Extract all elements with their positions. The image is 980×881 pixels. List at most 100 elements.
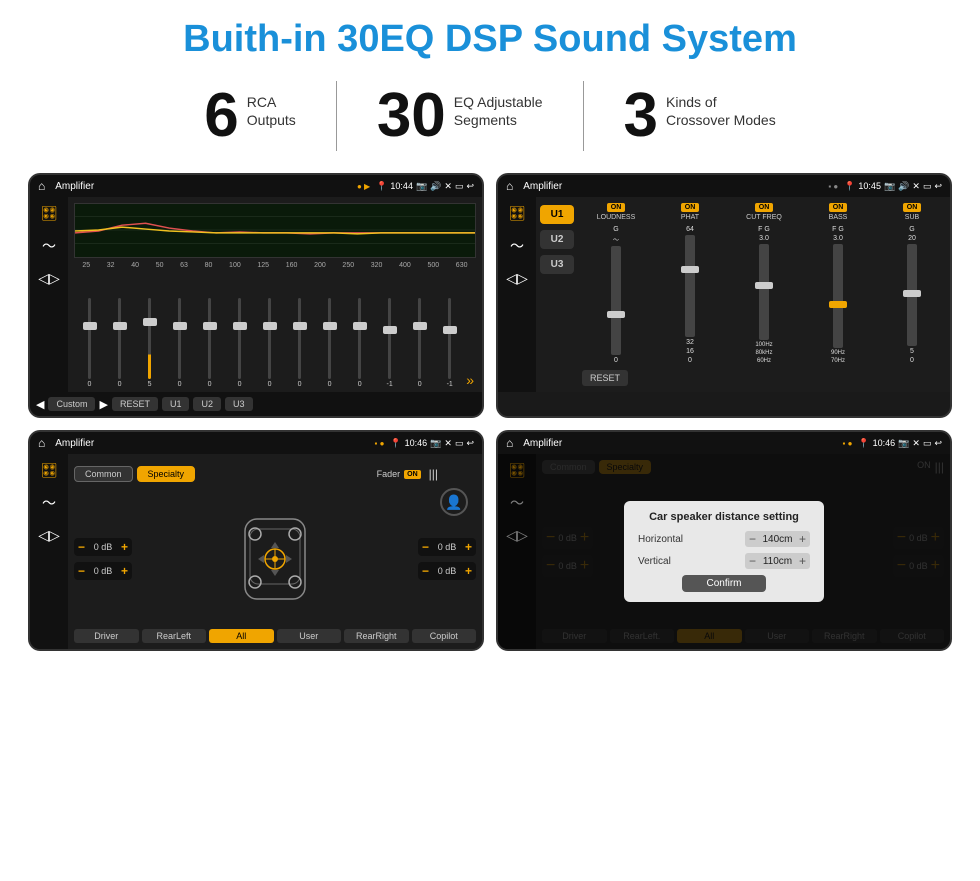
bass-90hz: 90Hz <box>831 350 845 356</box>
reset-btn[interactable]: RESET <box>112 397 158 411</box>
all-btn[interactable]: All <box>209 629 274 643</box>
slider-1[interactable]: 0 <box>76 298 103 388</box>
phat-slider[interactable] <box>685 235 695 337</box>
u2-btn[interactable]: U2 <box>193 397 221 411</box>
horizontal-plus[interactable]: + <box>799 532 806 546</box>
vol-plus-2[interactable]: + <box>121 564 128 578</box>
u123-icon-2[interactable]: 〜 <box>510 236 524 256</box>
u3-btn[interactable]: U3 <box>225 397 253 411</box>
slider-2[interactable]: 0 <box>106 298 133 388</box>
specialty-tab[interactable]: Specialty <box>137 466 196 482</box>
sub-on: ON <box>903 203 922 212</box>
sub-20: 20 <box>908 235 916 242</box>
dialog-screen: ⌂ Amplifier ▪ ● 📍 10:46 📷 ✕ ▭ ↩ 🎛 〜 ◁▷ C… <box>496 430 952 651</box>
u123-icon-1[interactable]: 🎛 <box>508 205 526 222</box>
sub-slider[interactable] <box>907 244 917 346</box>
slider-13[interactable]: -1 <box>436 298 463 388</box>
vertical-control: − 110cm + <box>745 553 810 569</box>
stat-rca: 6 RCA Outputs <box>164 85 336 147</box>
common-tab[interactable]: Common <box>74 466 133 482</box>
eq-content: 🎛 〜 ◁▷ <box>30 197 482 392</box>
home-icon-2[interactable]: ⌂ <box>506 179 513 193</box>
eq-icon-1[interactable]: 🎛 <box>40 205 58 222</box>
u123-reset[interactable]: RESET <box>582 370 628 386</box>
u123-icon-3[interactable]: ◁▷ <box>506 270 528 287</box>
rearleft-btn[interactable]: RearLeft <box>142 629 207 643</box>
stat-number-eq: 30 <box>377 85 446 147</box>
slider-10[interactable]: 0 <box>346 298 373 388</box>
dialog-overlay: Car speaker distance setting Horizontal … <box>498 454 950 649</box>
u123-status-bar: ⌂ Amplifier ▪ ● 📍 10:45 📷 🔊 ✕ ▭ ↩ <box>498 175 950 197</box>
slider-9[interactable]: 0 <box>316 298 343 388</box>
vol-minus-2[interactable]: − <box>78 564 85 578</box>
home-icon-4[interactable]: ⌂ <box>506 436 513 450</box>
slider-3[interactable]: 5 <box>136 298 163 388</box>
fader-bars: ||| <box>429 467 438 481</box>
vol-control-4: − 0 dB + <box>418 562 476 580</box>
car-diagram <box>220 514 330 604</box>
horizontal-minus[interactable]: − <box>749 532 756 546</box>
vol-val-3: 0 dB <box>432 542 462 552</box>
slider-12[interactable]: 0 <box>406 298 433 388</box>
stat-number-crossover: 3 <box>624 85 658 147</box>
bass-slider[interactable] <box>833 244 843 348</box>
speaker-icon-2[interactable]: 〜 <box>42 493 56 513</box>
slider-5[interactable]: 0 <box>196 298 223 388</box>
cutfreq-slider[interactable] <box>759 244 769 340</box>
speaker-status-icons: 📍 10:46 📷 ✕ ▭ ↩ <box>390 438 474 449</box>
eq-app-title: Amplifier <box>55 181 351 192</box>
profile-icon[interactable]: 👤 <box>440 488 468 516</box>
slider-6[interactable]: 0 <box>226 298 253 388</box>
slider-7[interactable]: 0 <box>256 298 283 388</box>
fader-label: Fader <box>377 469 401 479</box>
vertical-plus[interactable]: + <box>799 554 806 568</box>
vol-minus-1[interactable]: − <box>78 540 85 554</box>
vol-control-1: − 0 dB + <box>74 538 132 556</box>
eq-icon-3[interactable]: ◁▷ <box>38 270 60 287</box>
eq-icon-2[interactable]: 〜 <box>42 236 56 256</box>
u1-select[interactable]: U1 <box>540 205 574 224</box>
user-btn[interactable]: User <box>277 629 342 643</box>
driver-btn[interactable]: Driver <box>74 629 139 643</box>
speaker-icon-3[interactable]: ◁▷ <box>38 527 60 544</box>
custom-btn[interactable]: Custom <box>48 397 95 411</box>
rearleft-btn2[interactable]: RearRight <box>344 629 409 643</box>
slider-8[interactable]: 0 <box>286 298 313 388</box>
u2-select[interactable]: U2 <box>540 230 574 249</box>
speaker-main-area: Common Specialty Fader ON ||| 👤 − 0 dB <box>68 454 482 649</box>
dialog-title: Car speaker distance setting <box>638 511 810 523</box>
vol-minus-4[interactable]: − <box>422 564 429 578</box>
screens-grid: ⌂ Amplifier ● ▶ 📍 10:44 📷 🔊 ✕ ▭ ↩ 🎛 〜 ◁▷ <box>0 165 980 661</box>
vertical-minus[interactable]: − <box>749 554 756 568</box>
horizontal-row: Horizontal − 140cm + <box>638 531 810 547</box>
home-icon-3[interactable]: ⌂ <box>38 436 45 450</box>
eq-freq-labels: 25 32 40 50 63 80 100 125 160 200 250 32… <box>74 262 476 269</box>
prev-btn[interactable]: ◀ <box>36 398 44 411</box>
next-btn[interactable]: ▶ <box>99 398 107 411</box>
cutfreq-label: CUT FREQ <box>746 214 782 221</box>
vol-plus-1[interactable]: + <box>121 540 128 554</box>
home-icon[interactable]: ⌂ <box>38 179 45 193</box>
u3-select[interactable]: U3 <box>540 255 574 274</box>
eq-sidebar: 🎛 〜 ◁▷ <box>30 197 68 392</box>
vol-plus-4[interactable]: + <box>465 564 472 578</box>
stat-eq: 30 EQ Adjustable Segments <box>337 85 583 147</box>
vol-minus-3[interactable]: − <box>422 540 429 554</box>
speaker-status-bar: ⌂ Amplifier ▪ ● 📍 10:46 📷 ✕ ▭ ↩ <box>30 432 482 454</box>
eq-dots: ● ▶ <box>357 182 370 191</box>
vol-plus-3[interactable]: + <box>465 540 472 554</box>
more-btn[interactable]: » <box>466 372 474 388</box>
dialog-status-icons: 📍 10:46 📷 ✕ ▭ ↩ <box>858 438 942 449</box>
stat-text-eq: EQ Adjustable Segments <box>454 93 543 129</box>
speaker-sidebar: 🎛 〜 ◁▷ <box>30 454 68 649</box>
sub-label: SUB <box>905 214 919 221</box>
confirm-button[interactable]: Confirm <box>682 575 765 592</box>
copilot-btn[interactable]: Copilot <box>412 629 477 643</box>
slider-11[interactable]: -1 <box>376 298 403 388</box>
loudness-slider[interactable] <box>611 246 621 355</box>
eq-status-bar: ⌂ Amplifier ● ▶ 📍 10:44 📷 🔊 ✕ ▭ ↩ <box>30 175 482 197</box>
speaker-icon-1[interactable]: 🎛 <box>40 462 58 479</box>
u123-dots: ▪ ● <box>828 182 838 191</box>
slider-4[interactable]: 0 <box>166 298 193 388</box>
u1-btn[interactable]: U1 <box>162 397 190 411</box>
